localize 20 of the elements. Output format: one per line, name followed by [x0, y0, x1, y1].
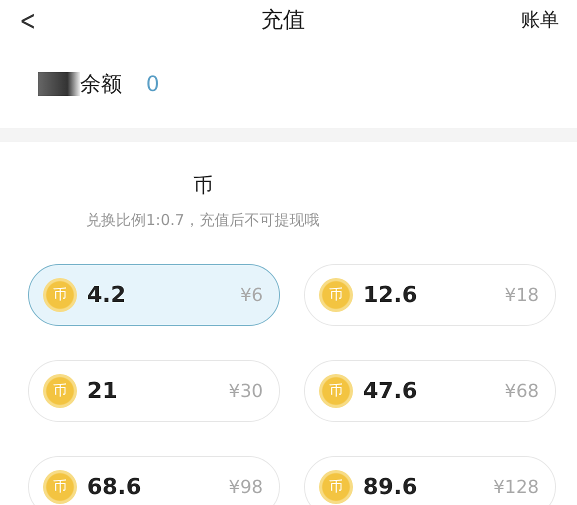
coin-icon: 币 [43, 374, 77, 408]
page-title: 充值 [261, 7, 306, 35]
section-title: 币 [192, 172, 214, 199]
balance-value: 0 [146, 72, 160, 96]
coin-icon: 币 [43, 278, 77, 312]
recharge-option[interactable]: 币 68.6 ¥98 [28, 456, 280, 505]
coin-icon: 币 [319, 278, 353, 312]
recharge-option[interactable]: 币 47.6 ¥68 [304, 360, 556, 422]
recharge-option[interactable]: 币 12.6 ¥18 [304, 264, 556, 326]
coin-icon: 币 [319, 470, 353, 504]
coin-icon: 币 [43, 470, 77, 504]
recharge-option[interactable]: 币 21 ¥30 [28, 360, 280, 422]
redaction-mark [38, 72, 80, 96]
exchange-note: 兑换比例1:0.7，充值后不可提现哦 [85, 211, 320, 230]
bill-link[interactable]: 账单 [521, 7, 559, 33]
recharge-option[interactable]: 币 4.2 ¥6 [28, 264, 280, 326]
coin-icon: 币 [319, 374, 353, 408]
back-button[interactable]: < [15, 4, 40, 36]
balance-label: 余额 [80, 71, 122, 98]
recharge-option[interactable]: 币 89.6 ¥128 [304, 456, 556, 505]
